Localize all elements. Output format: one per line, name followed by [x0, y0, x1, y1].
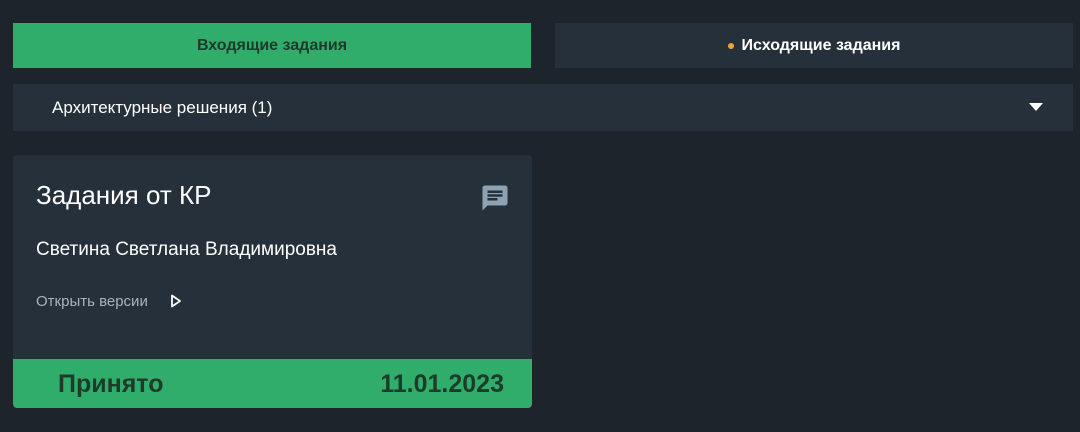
status-date: 11.01.2023 — [380, 370, 504, 398]
open-versions-label: Открыть версии — [36, 292, 148, 310]
notification-dot-icon — [727, 42, 734, 49]
card-title: Задания от КР — [36, 180, 212, 210]
status-bar: Принято 11.01.2023 — [13, 359, 532, 408]
section-title: Архитектурные решения (1) — [52, 97, 273, 117]
chat-icon[interactable] — [480, 183, 510, 213]
status-label: Принято — [58, 370, 164, 398]
section-header-dropdown[interactable]: Архитектурные решения (1) — [13, 84, 1073, 131]
task-card: Задания от КР Светина Светлана Владимиро… — [13, 155, 532, 408]
chevron-down-icon[interactable] — [1029, 103, 1043, 111]
play-icon[interactable] — [170, 294, 182, 308]
open-versions-link[interactable]: Открыть версии — [36, 291, 182, 311]
tab-incoming[interactable]: Входящие задания — [13, 23, 531, 68]
card-person: Светина Светлана Владимировна — [36, 239, 337, 260]
tab-outgoing-label: Исходящие задания — [741, 36, 901, 54]
tab-outgoing[interactable]: Исходящие задания — [555, 23, 1073, 68]
tabs-bar: Входящие задания Исходящие задания — [13, 23, 1073, 68]
tab-incoming-label: Входящие задания — [196, 36, 348, 54]
